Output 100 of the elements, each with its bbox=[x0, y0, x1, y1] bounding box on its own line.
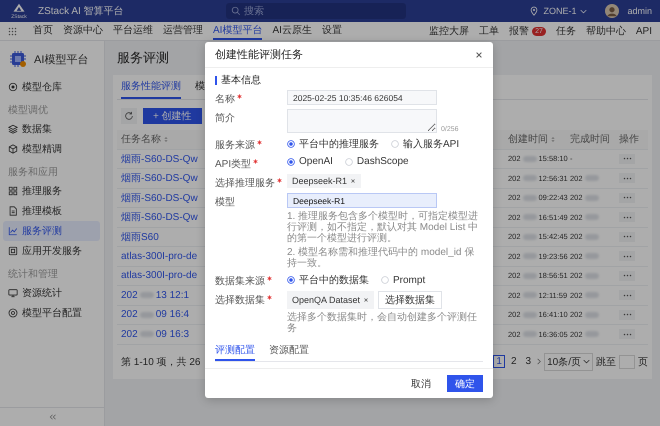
more-button[interactable] bbox=[619, 192, 635, 203]
remove-icon[interactable] bbox=[350, 178, 356, 184]
nav-link[interactable]: 监控大屏 bbox=[429, 24, 470, 38]
radio-option[interactable]: 输入服务API bbox=[391, 137, 460, 151]
required-icon bbox=[267, 295, 272, 300]
sidebar-item[interactable]: 资源统计 bbox=[3, 283, 100, 303]
column-header[interactable]: 任务名称 bbox=[121, 132, 161, 146]
page-link[interactable]: 1 bbox=[493, 355, 505, 368]
sidebar-item[interactable]: 模型精调 bbox=[3, 139, 100, 159]
help-text: 1. 推理服务包含多个模型时，可指定模型进行评测，如不指定，默认对其 Model List 中的第一个模型进行评测。 bbox=[287, 211, 480, 244]
text-field[interactable]: 2025-02-25 10:35:46 626054 bbox=[287, 90, 437, 105]
page-link[interactable]: 3 bbox=[522, 355, 534, 368]
task-name-link[interactable]: 202 bbox=[121, 328, 138, 340]
app-name: ZStack AI 智算平台 bbox=[38, 4, 125, 18]
nav-item[interactable]: AI模型平台 bbox=[213, 22, 262, 40]
required-icon bbox=[257, 140, 262, 145]
nav-item[interactable]: 运营管理 bbox=[163, 22, 203, 40]
more-icon bbox=[622, 313, 632, 316]
refresh-button[interactable] bbox=[121, 108, 137, 124]
create-button[interactable]: + 创建性 bbox=[143, 108, 202, 124]
nav-item[interactable]: 资源中心 bbox=[63, 22, 103, 40]
avatar-icon[interactable] bbox=[605, 4, 620, 18]
close-icon[interactable] bbox=[475, 50, 483, 58]
tab[interactable]: 服务性能评测 bbox=[121, 75, 181, 99]
sidebar-item[interactable]: 模型仓库 bbox=[3, 77, 100, 97]
nav-item[interactable]: 平台运维 bbox=[113, 22, 153, 40]
help-text: 选择多个数据集时，会自动创建多个评测任务 bbox=[287, 312, 478, 334]
tab[interactable]: 评测配置 bbox=[215, 341, 255, 361]
required-icon bbox=[267, 276, 272, 281]
more-button[interactable] bbox=[619, 270, 635, 281]
task-name-link[interactable]: 202 bbox=[121, 290, 138, 301]
nav-link[interactable]: 任务 bbox=[556, 24, 576, 38]
nav-link[interactable]: 帮助中心 bbox=[586, 24, 626, 38]
user-name[interactable]: admin bbox=[627, 6, 652, 16]
collapse-icon[interactable] bbox=[48, 414, 56, 420]
tab[interactable]: 资源配置 bbox=[269, 341, 309, 361]
nav-link[interactable]: API bbox=[636, 26, 652, 36]
sidebar-item[interactable]: 模型平台配置 bbox=[3, 303, 100, 323]
task-name-link[interactable]: 09 16:3 bbox=[156, 328, 190, 340]
field-label: 选择推理服务 bbox=[215, 176, 275, 190]
more-icon bbox=[622, 235, 632, 238]
sidebar-item[interactable]: 应用开发服务 bbox=[3, 241, 100, 261]
task-name-link[interactable]: atlas-300I-pro-de bbox=[121, 270, 198, 282]
more-button[interactable] bbox=[619, 290, 635, 300]
apps-icon[interactable] bbox=[8, 26, 17, 36]
more-button[interactable] bbox=[619, 212, 635, 222]
column-header[interactable]: 创建时间 bbox=[508, 132, 548, 146]
nav-link[interactable]: 工单 bbox=[479, 24, 500, 38]
radio-option[interactable]: DashScope bbox=[344, 156, 409, 167]
text-field[interactable]: Deepseek-R1 bbox=[287, 193, 437, 208]
nav-item[interactable]: AI云原生 bbox=[272, 22, 312, 40]
task-name-link[interactable]: 13 12:1 bbox=[156, 290, 190, 301]
confirm-button[interactable]: 确定 bbox=[447, 375, 483, 392]
caret-icon bbox=[580, 8, 588, 14]
more-button[interactable] bbox=[619, 173, 635, 184]
sort-icon[interactable] bbox=[164, 136, 168, 143]
more-button[interactable] bbox=[619, 154, 635, 164]
more-button[interactable] bbox=[619, 310, 635, 320]
radio-option[interactable]: OpenAI bbox=[287, 156, 333, 167]
tag-chip[interactable]: OpenQA Dataset bbox=[287, 291, 374, 309]
nav-item[interactable]: 首页 bbox=[33, 22, 53, 40]
page-link[interactable]: 2 bbox=[508, 355, 520, 368]
radio-option[interactable]: 平台中的数据集 bbox=[287, 273, 369, 287]
more-icon bbox=[622, 176, 632, 180]
nav-link[interactable]: 报警 bbox=[509, 24, 530, 38]
next-page-icon[interactable] bbox=[537, 358, 542, 365]
grid-icon bbox=[8, 186, 18, 196]
logo-icon bbox=[11, 2, 27, 14]
task-name-link[interactable]: atlas-300I-pro-de bbox=[121, 250, 198, 262]
description-field[interactable] bbox=[287, 109, 437, 133]
sidebar-item[interactable]: 推理模板 bbox=[3, 201, 100, 221]
field-label: 简介 bbox=[215, 112, 235, 125]
page-size-select[interactable]: 10条/页 bbox=[544, 352, 593, 370]
tag-chip[interactable]: Deepseek-R1 bbox=[287, 174, 362, 188]
sidebar-item[interactable]: 服务评测 bbox=[3, 221, 100, 241]
sidebar-item[interactable]: 推理服务 bbox=[3, 181, 100, 201]
task-name-link[interactable]: 烟雨-S60-DS-Qw bbox=[121, 171, 198, 186]
tab[interactable]: 模 bbox=[195, 75, 205, 99]
field-label: API类型 bbox=[215, 158, 252, 171]
more-button[interactable] bbox=[619, 329, 635, 340]
task-name-link[interactable]: 09 16:4 bbox=[156, 309, 190, 320]
cancel-button[interactable]: 取消 bbox=[403, 375, 439, 392]
nav-item[interactable]: 设置 bbox=[322, 22, 342, 40]
page-jump-field[interactable] bbox=[619, 354, 635, 368]
radio-option[interactable]: 平台中的推理服务 bbox=[287, 137, 379, 151]
remove-icon[interactable] bbox=[363, 297, 370, 303]
select-dataset-button[interactable]: 选择数据集 bbox=[378, 291, 442, 309]
task-name-link[interactable]: 烟雨-S60-DS-Qw bbox=[121, 210, 198, 224]
more-button[interactable] bbox=[619, 232, 635, 242]
zone-selector[interactable]: ZONE-1 bbox=[529, 6, 588, 16]
radio-option[interactable]: Prompt bbox=[381, 273, 426, 287]
more-button[interactable] bbox=[619, 251, 635, 262]
task-name-link[interactable]: 烟雨-S60-DS-Qw bbox=[121, 152, 198, 166]
task-name-link[interactable]: 202 bbox=[121, 309, 138, 320]
section-heading: 服务和应用 bbox=[7, 166, 59, 180]
search-field[interactable]: 搜索 bbox=[226, 3, 406, 19]
task-name-link[interactable]: 烟雨S60 bbox=[121, 230, 159, 244]
sidebar-item[interactable]: 数据集 bbox=[3, 119, 100, 139]
task-name-link[interactable]: 烟雨-S60-DS-Qw bbox=[121, 190, 198, 205]
sort-icon[interactable] bbox=[551, 136, 555, 143]
